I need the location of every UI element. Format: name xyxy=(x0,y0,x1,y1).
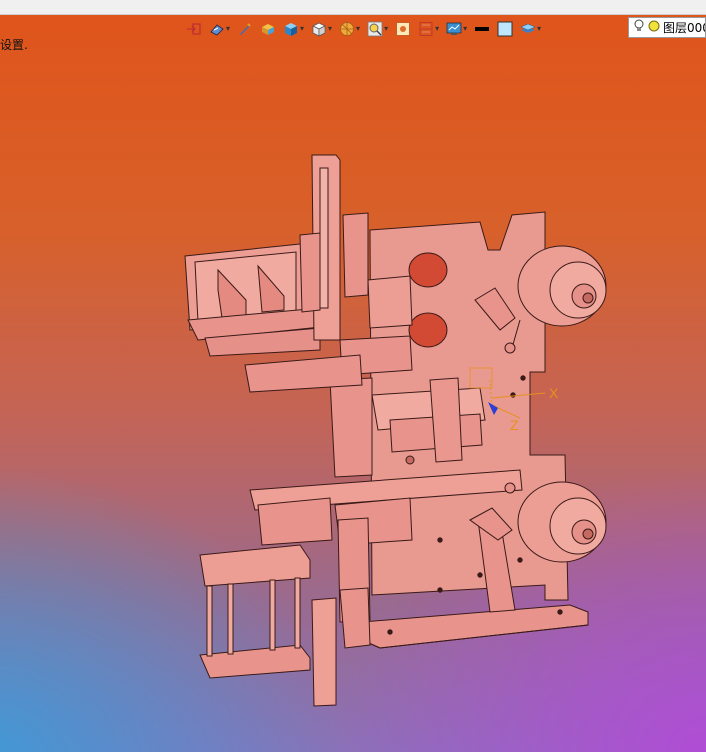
machine-assembly-model xyxy=(184,154,607,707)
cad-model-viewport[interactable]: X Z xyxy=(0,0,706,752)
upper-spool xyxy=(517,245,607,327)
axis-z-label: Z xyxy=(510,417,519,433)
axis-x-label: X xyxy=(549,385,559,401)
lower-spool xyxy=(517,481,607,563)
